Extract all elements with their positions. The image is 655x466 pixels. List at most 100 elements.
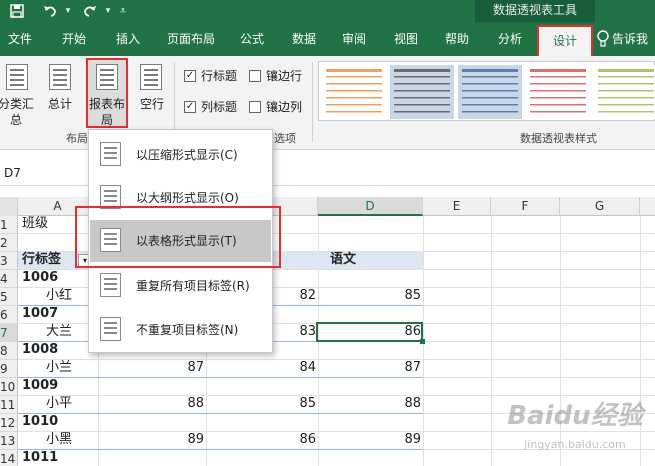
cell-id[interactable]: 1006 [22, 269, 58, 287]
cell-d[interactable]: 89 [318, 431, 421, 449]
row-header[interactable]: 8 [0, 342, 18, 360]
row-header[interactable]: 5 [0, 288, 18, 306]
grand-total-button[interactable]: 总计 [40, 58, 80, 128]
save-icon[interactable] [6, 0, 28, 22]
row-header[interactable]: 3 [0, 252, 18, 270]
report-layout-icon [96, 64, 118, 90]
row-header[interactable]: 12 [0, 414, 18, 432]
styles-group-label: 数据透视表样式 [520, 132, 597, 145]
undo-icon[interactable] [38, 0, 62, 22]
cell-id[interactable]: 1010 [22, 413, 58, 431]
cell-d[interactable]: 87 [318, 359, 421, 377]
tab-home[interactable]: 开始 [52, 22, 96, 56]
style-swatch[interactable] [390, 65, 454, 119]
cell-b[interactable]: 88 [98, 395, 204, 413]
menu-item-no-repeat-labels[interactable]: 不重复项目标签(N) [90, 309, 271, 351]
cell-id[interactable]: 1007 [22, 305, 58, 323]
cell-b[interactable]: 89 [98, 431, 204, 449]
customize-qat-icon[interactable]: ⩡ [115, 0, 131, 22]
cell-b[interactable]: 87 [98, 359, 204, 377]
banded-columns-checkbox[interactable] [249, 101, 261, 113]
grand-total-icon [49, 64, 71, 90]
cell-name[interactable]: 大兰 [46, 323, 72, 341]
menu-item-compact-form[interactable]: 以压缩形式显示(C) [90, 134, 271, 176]
tab-analyze[interactable]: 分析 [490, 22, 530, 56]
cell-a3[interactable]: 行标签 [22, 251, 61, 269]
style-swatch-line [530, 104, 586, 106]
cell-name[interactable]: 小红 [46, 287, 72, 305]
blank-rows-button[interactable]: 空行 [134, 58, 170, 128]
row-header[interactable]: 14 [0, 450, 18, 466]
redo-dropdown-icon[interactable]: ▾ [102, 0, 114, 22]
style-swatch-line [530, 76, 586, 78]
style-swatch-line [530, 97, 586, 99]
column-headers-checkbox[interactable]: ✓ [184, 101, 196, 113]
cell-id[interactable]: 1009 [22, 377, 58, 395]
cell-id[interactable]: 1008 [22, 341, 58, 359]
name-box[interactable]: D7 [0, 160, 60, 186]
cell-name[interactable]: 小黑 [46, 431, 72, 449]
tab-data[interactable]: 数据 [284, 22, 324, 56]
tab-file[interactable]: 文件 [0, 22, 40, 56]
column-header-e[interactable]: E [423, 197, 491, 216]
row-header[interactable]: 11 [0, 396, 18, 414]
row-header[interactable]: 7 [0, 324, 18, 342]
tab-review[interactable]: 审阅 [334, 22, 374, 56]
column-headers-label: 列标题 [201, 100, 238, 114]
column-header-f[interactable]: F [491, 197, 560, 216]
column-header-g[interactable]: G [560, 197, 640, 216]
cell-d[interactable]: 85 [318, 287, 421, 305]
style-swatch-line [462, 69, 518, 72]
row-headers-checkbox[interactable]: ✓ [184, 70, 196, 82]
menu-item-label: 以压缩形式显示(C) [136, 148, 238, 162]
banded-rows-checkbox[interactable] [249, 70, 261, 82]
tell-me-search[interactable]: 告诉我 [612, 22, 655, 56]
tab-design[interactable]: 设计 [537, 25, 593, 56]
row-header[interactable]: 2 [0, 234, 18, 252]
excel-window: ▾ ▾ ⩡ 数据透视表工具 文件 开始 插入 页面布局 公式 数据 审阅 视图 … [0, 0, 655, 466]
grand-total-label: 总计 [47, 97, 72, 111]
active-cell-d7[interactable] [316, 322, 423, 342]
cell-c[interactable]: 84 [206, 359, 316, 377]
tab-view[interactable]: 视图 [386, 22, 426, 56]
style-swatch-line [326, 90, 382, 92]
style-swatch[interactable] [458, 65, 522, 119]
select-all-corner[interactable] [0, 197, 18, 216]
cell-a1[interactable]: 班级 [22, 215, 48, 233]
no-repeat-labels-icon [100, 317, 121, 341]
group-divider [18, 413, 423, 414]
style-swatch[interactable] [594, 65, 655, 119]
style-swatch[interactable] [322, 65, 386, 119]
fill-handle[interactable] [420, 339, 425, 344]
compact-form-icon [100, 142, 121, 166]
cell-id[interactable]: 1011 [22, 449, 58, 466]
row-header[interactable]: 1 [0, 216, 18, 234]
undo-dropdown-icon[interactable]: ▾ [62, 0, 74, 22]
subtotal-button[interactable]: 分类汇总 [0, 58, 36, 128]
row-header[interactable]: 9 [0, 360, 18, 378]
report-layout-button[interactable]: 报表布局 [86, 58, 128, 128]
style-swatch[interactable] [526, 65, 590, 119]
column-header-d[interactable]: D [318, 197, 423, 216]
row-header[interactable]: 4 [0, 270, 18, 288]
style-swatch-line [598, 90, 654, 92]
row-header[interactable]: 6 [0, 306, 18, 324]
pivot-style-gallery[interactable] [318, 61, 655, 121]
tab-formulas[interactable]: 公式 [232, 22, 272, 56]
row-header[interactable]: 10 [0, 378, 18, 396]
row-header[interactable]: 13 [0, 432, 18, 450]
tab-insert[interactable]: 插入 [106, 22, 150, 56]
tab-help[interactable]: 帮助 [437, 22, 477, 56]
menu-item-label: 不重复项目标签(N) [136, 323, 239, 337]
cell-c[interactable]: 85 [206, 395, 316, 413]
menu-item-repeat-labels[interactable]: 重复所有项目标签(R) [90, 265, 271, 307]
cell-c[interactable]: 86 [206, 431, 316, 449]
cell-d[interactable]: 88 [318, 395, 421, 413]
cell-name[interactable]: 小平 [46, 395, 72, 413]
redo-icon[interactable] [78, 0, 102, 22]
style-swatch-line [394, 111, 450, 113]
cell-d3[interactable]: 语文 [330, 251, 420, 269]
lightbulb-icon[interactable] [596, 22, 610, 56]
cell-name[interactable]: 小兰 [46, 359, 72, 377]
tab-page-layout[interactable]: 页面布局 [160, 22, 222, 56]
